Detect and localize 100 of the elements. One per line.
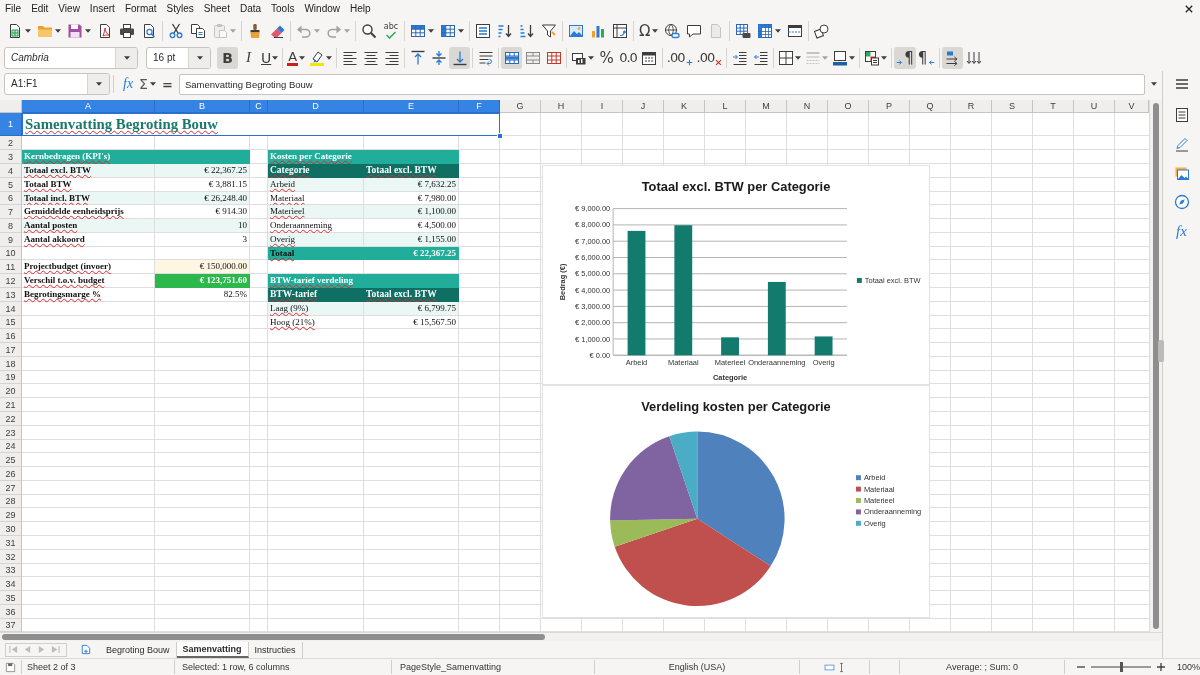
caret-icon[interactable] (849, 55, 856, 60)
row-header[interactable]: 28 (0, 495, 22, 508)
menu-item[interactable]: Window (299, 2, 345, 16)
align-middle-icon[interactable] (430, 49, 447, 66)
add-sheet-icon[interactable] (80, 644, 91, 655)
sort-icon[interactable] (475, 23, 491, 39)
remove-decimal-button[interactable]: .00 (694, 46, 725, 69)
close-icon[interactable] (1185, 5, 1193, 13)
minus-icon[interactable] (1077, 663, 1085, 671)
sidebar-handle[interactable] (1158, 340, 1164, 362)
row-header[interactable]: 32 (0, 550, 22, 564)
row-header[interactable]: 27 (0, 481, 22, 495)
table-icon[interactable] (410, 23, 426, 39)
column-header[interactable]: C (250, 100, 268, 113)
row-header[interactable]: 7 (0, 205, 22, 219)
scissors-icon[interactable] (168, 23, 184, 39)
column-header[interactable]: Q (910, 100, 951, 113)
italic-button[interactable]: I (238, 46, 259, 69)
pen-icon[interactable] (1173, 136, 1190, 152)
row-header[interactable]: 34 (0, 577, 22, 591)
row-header[interactable]: 1 (0, 113, 22, 136)
formula-button[interactable]: = (158, 74, 176, 94)
table-icon[interactable] (440, 23, 456, 39)
underline-button[interactable]: U (259, 46, 281, 69)
align-top-icon[interactable] (409, 49, 426, 66)
sheet-tab[interactable]: Samenvatting (176, 641, 249, 658)
ltr-button[interactable]: ¶ (894, 46, 916, 69)
row-header[interactable]: 26 (0, 467, 22, 481)
row-header[interactable]: 33 (0, 564, 22, 577)
row-header[interactable]: 11 (0, 260, 22, 274)
column-header[interactable]: V (1115, 100, 1149, 113)
column-header[interactable]: K (664, 100, 705, 113)
column-header[interactable]: O (828, 100, 869, 113)
column-header[interactable]: B (155, 100, 250, 113)
menu-item[interactable]: View (53, 2, 85, 16)
caret-icon[interactable] (1151, 82, 1157, 86)
border-color-icon[interactable] (832, 49, 849, 66)
compass-icon[interactable] (1173, 194, 1190, 210)
row-header[interactable]: 29 (0, 508, 22, 522)
column-header[interactable]: P (869, 100, 910, 113)
column-header[interactable]: F (459, 100, 500, 113)
row-header[interactable]: 3 (0, 150, 22, 164)
percent-button[interactable]: % (596, 46, 618, 69)
calendar-icon[interactable] (641, 49, 658, 66)
menu-item[interactable]: Insert (84, 2, 120, 16)
column-header[interactable]: I (582, 100, 623, 113)
row-header[interactable]: 10 (0, 247, 22, 260)
row-header[interactable]: 19 (0, 371, 22, 384)
menu-item[interactable]: Format (119, 2, 162, 16)
caret-icon[interactable] (428, 29, 434, 33)
menu-item[interactable]: Styles (161, 2, 199, 16)
menu-item[interactable]: Data (234, 2, 267, 16)
borders-icon[interactable] (778, 49, 795, 66)
table-printer-icon[interactable] (735, 23, 752, 39)
row-header[interactable]: 4 (0, 164, 22, 178)
text-horizontal-button[interactable] (942, 46, 964, 69)
properties-icon[interactable] (1173, 107, 1190, 123)
align-left-icon[interactable] (341, 49, 358, 66)
spreadsheet-icon[interactable] (7, 23, 23, 39)
scrollbar-thumb[interactable] (2, 634, 545, 640)
row-header[interactable]: 8 (0, 219, 22, 233)
row-header[interactable]: 17 (0, 343, 22, 357)
column-header[interactable]: T (1033, 100, 1074, 113)
spelling-button[interactable]: abc (380, 20, 402, 42)
row-header[interactable]: 25 (0, 453, 22, 467)
caret-icon[interactable] (588, 55, 595, 60)
add-decimal-button[interactable]: .00 (664, 46, 695, 69)
search-icon[interactable] (361, 23, 377, 39)
highlighter-icon[interactable] (309, 49, 326, 66)
sum-button[interactable]: Σ (136, 74, 159, 94)
row-header[interactable]: 20 (0, 384, 22, 398)
row-header[interactable]: 15 (0, 316, 22, 329)
column-header[interactable]: R (951, 100, 992, 113)
column-header[interactable]: M (746, 100, 787, 113)
document-magnifier-icon[interactable] (141, 23, 157, 39)
eraser-icon[interactable] (269, 23, 285, 39)
merge-cells-icon[interactable] (524, 49, 541, 66)
caret-icon[interactable] (85, 29, 91, 33)
menu-item[interactable]: Help (345, 2, 376, 16)
special-character-button[interactable]: Ω (636, 20, 662, 42)
column-header[interactable]: E (364, 100, 459, 113)
copy-icon[interactable] (190, 23, 206, 39)
speech-bubble-icon[interactable] (686, 23, 703, 39)
wrap-text-icon[interactable] (477, 49, 494, 66)
spreadsheet-grid[interactable] (0, 100, 1149, 632)
row-header[interactable]: 24 (0, 440, 22, 453)
font-name-field[interactable]: Cambria (4, 46, 138, 69)
caret-icon[interactable] (55, 29, 61, 33)
menu-item[interactable]: Sheet (198, 2, 235, 16)
freeze-table-icon[interactable] (757, 23, 774, 39)
sort-descending-icon[interactable] (519, 23, 535, 39)
sheet-tab[interactable]: Instructies (248, 641, 303, 658)
column-header[interactable]: N (787, 100, 828, 113)
caret-icon[interactable] (458, 29, 464, 33)
horizontal-scrollbar[interactable] (0, 632, 1162, 641)
bar-chart-icon[interactable] (590, 23, 606, 39)
caret-icon[interactable] (25, 29, 31, 33)
menu-icon[interactable] (1173, 76, 1190, 92)
merge-center-button[interactable] (501, 46, 523, 69)
filter-icon[interactable] (541, 23, 557, 39)
